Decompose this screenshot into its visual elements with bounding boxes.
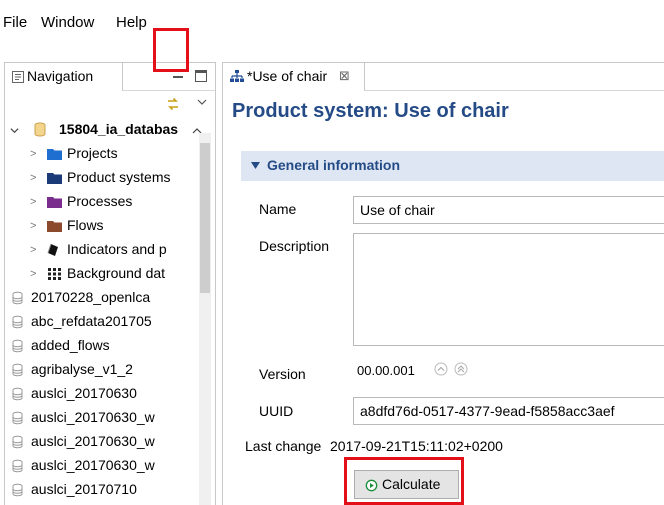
folder-icon (47, 221, 62, 232)
tree-row-database-item[interactable]: auslci_20170710 (5, 478, 205, 502)
highlight-toolbar-calculate (153, 28, 189, 72)
product-system-icon (230, 70, 244, 82)
tree-row-projects[interactable]: > Projects (5, 142, 205, 166)
database-label: added_flows (31, 337, 110, 353)
page-title: Product system: Use of chair (232, 100, 509, 122)
database-icon (12, 363, 23, 377)
section-header-general-information[interactable]: General information (241, 151, 664, 181)
menu-bar: File Window Help (0, 0, 664, 36)
close-icon[interactable]: ⊠ (339, 68, 350, 84)
tree-row-database-item[interactable]: auslci_20170630_w (5, 406, 205, 430)
tree-label: Indicators and p (67, 241, 167, 257)
tree-label: Flows (67, 217, 104, 233)
chevron-right-icon[interactable]: > (30, 220, 36, 232)
tree-label: Processes (67, 193, 133, 209)
database-label: auslci_20170630_w (31, 457, 155, 473)
menu-window[interactable]: Window (41, 14, 94, 31)
navigation-scrollbar[interactable] (199, 133, 211, 505)
tree-row-database-item[interactable]: auslci_20170630_w (5, 430, 205, 454)
tree-row-processes[interactable]: > Processes (5, 190, 205, 214)
version-up-icon[interactable] (434, 362, 448, 376)
last-change-label: Last change (245, 438, 322, 454)
indicators-icon (47, 243, 58, 256)
navigation-icon (12, 71, 24, 83)
tree-label: Product systems (67, 169, 171, 185)
navigation-panel: Navigation 15804_ia_databas > Projects >… (4, 62, 216, 505)
database-label: abc_refdata201705 (31, 313, 152, 329)
grid-icon (48, 268, 61, 280)
chevron-right-icon[interactable]: > (30, 196, 36, 208)
name-field[interactable]: Use of chair (353, 196, 664, 224)
tree-row-flows[interactable]: > Flows (5, 214, 205, 238)
highlight-calculate-button (344, 457, 464, 505)
view-menu-icon[interactable] (197, 97, 207, 107)
folder-icon (47, 173, 62, 184)
version-label: Version (259, 366, 306, 382)
maximize-icon[interactable] (195, 70, 207, 82)
tree-row-database-item[interactable]: added_flows (5, 334, 205, 358)
database-icon (12, 459, 23, 473)
tree-label: Projects (67, 145, 118, 161)
name-label: Name (259, 201, 297, 217)
divider (365, 90, 664, 91)
minimize-icon[interactable] (171, 70, 185, 84)
menu-help[interactable]: Help (116, 14, 147, 31)
navigation-tab-label: Navigation (27, 68, 94, 84)
link-with-editor-icon[interactable] (165, 96, 181, 112)
database-label: auslci_20170710 (31, 481, 137, 497)
database-icon (12, 339, 23, 353)
uuid-label: UUID (259, 403, 294, 419)
editor-panel: *Use of chair ⊠ Product system: Use of c… (222, 62, 664, 505)
chevron-right-icon[interactable]: > (30, 268, 36, 280)
scrollbar-thumb[interactable] (200, 143, 210, 293)
chevron-down-icon[interactable] (10, 126, 19, 135)
database-icon (12, 483, 23, 497)
tree-row-database-item[interactable]: 20170228_openlca (5, 286, 205, 310)
chevron-right-icon[interactable]: > (30, 244, 36, 256)
database-icon (12, 315, 23, 329)
name-field-value: Use of chair (360, 202, 435, 218)
database-label: auslci_20170630_w (31, 433, 155, 449)
version-up-major-icon[interactable] (454, 362, 468, 376)
toolbar (0, 36, 664, 91)
tree-row-database[interactable]: 15804_ia_databas (5, 118, 205, 142)
description-field[interactable] (353, 233, 664, 346)
tab-use-of-chair[interactable]: *Use of chair ⊠ (223, 63, 365, 91)
last-change-value: 2017-09-21T15:11:02+0200 (330, 438, 503, 454)
folder-icon (47, 149, 62, 160)
editor-tab-label: *Use of chair (247, 68, 328, 84)
tree-row-database-item[interactable]: agribalyse_v1_2 (5, 358, 205, 382)
database-icon (34, 122, 46, 137)
uuid-field[interactable]: a8dfd76d-0517-4377-9ead-f5858acc3aef (353, 397, 664, 425)
tree-row-indicators[interactable]: > Indicators and p (5, 238, 205, 262)
folder-icon (47, 197, 62, 208)
chevron-right-icon[interactable]: > (30, 172, 36, 184)
chevron-right-icon[interactable]: > (30, 148, 36, 160)
database-label: auslci_20170630_w (31, 409, 155, 425)
database-icon (12, 291, 23, 305)
section-title: General information (267, 157, 401, 173)
chevron-down-icon[interactable] (251, 162, 260, 170)
database-icon (12, 435, 23, 449)
database-icon (12, 387, 23, 401)
tab-navigation[interactable]: Navigation (5, 63, 123, 91)
menu-file[interactable]: File (3, 14, 27, 31)
uuid-value: a8dfd76d-0517-4377-9ead-f5858acc3aef (360, 403, 615, 419)
tree-row-database-item[interactable]: abc_refdata201705 (5, 310, 205, 334)
tree-row-database-item[interactable]: auslci_20170630 (5, 382, 205, 406)
database-label: 20170228_openlca (31, 289, 151, 305)
divider (123, 90, 215, 91)
tree-row-product-systems[interactable]: > Product systems (5, 166, 205, 190)
database-label: agribalyse_v1_2 (31, 361, 133, 377)
tree-row-background[interactable]: > Background dat (5, 262, 205, 286)
tree-label: Background dat (67, 265, 166, 281)
database-icon (12, 411, 23, 425)
description-label: Description (259, 238, 330, 254)
tree-row-database-item[interactable]: auslci_20170630_w (5, 454, 205, 478)
database-label: 15804_ia_databas (59, 121, 179, 137)
version-value: 00.00.001 (357, 363, 415, 378)
database-label: auslci_20170630 (31, 385, 137, 401)
